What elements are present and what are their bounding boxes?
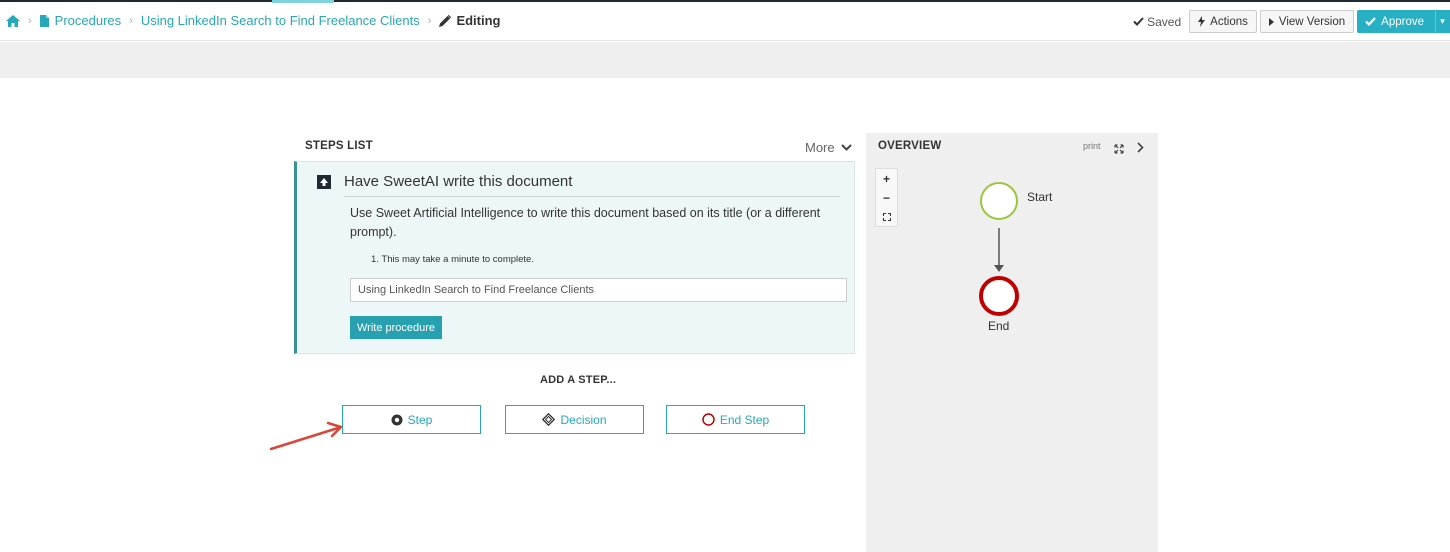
header-bar: › Procedures › Using LinkedIn Search to … — [0, 3, 1450, 41]
prompt-input[interactable] — [350, 278, 847, 302]
end-circle-icon — [702, 413, 715, 426]
breadcrumb: › Procedures › Using LinkedIn Search to … — [6, 13, 500, 28]
sweetai-description: Use Sweet Artificial Intelligence to wri… — [350, 206, 821, 239]
overview-panel: OVERVIEW print + − Start End — [866, 133, 1158, 552]
divider — [344, 196, 840, 197]
approve-button[interactable]: Approve — [1357, 10, 1435, 33]
add-step-button[interactable]: Step — [342, 405, 481, 434]
caret-right-icon — [1268, 17, 1274, 26]
end-label: End — [988, 319, 1010, 333]
more-dropdown[interactable]: More — [805, 140, 852, 155]
header-actions: Saved Actions View Version Approve ▾ — [1133, 10, 1450, 33]
diamond-icon — [542, 413, 556, 426]
sweetai-title: Have SweetAI write this document — [344, 173, 573, 190]
view-version-label: View Version — [1278, 15, 1346, 28]
breadcrumb-current: Editing — [456, 13, 501, 28]
add-decision-button[interactable]: Decision — [505, 405, 644, 434]
breadcrumb-separator: › — [427, 14, 432, 27]
start-node — [980, 182, 1018, 220]
upload-arrow-icon — [317, 175, 331, 189]
sweetai-note: 1. This may take a minute to complete. — [371, 254, 534, 265]
end-step-label: End Step — [719, 412, 770, 427]
write-procedure-button[interactable]: Write procedure — [350, 316, 443, 339]
breadcrumb-procedures[interactable]: Procedures — [55, 13, 121, 28]
toolbar-strip — [0, 42, 1450, 78]
breadcrumb-separator: › — [28, 14, 32, 27]
breadcrumb-document[interactable]: Using LinkedIn Search to Find Freelance … — [141, 13, 420, 28]
check-icon — [1133, 17, 1144, 26]
actions-button[interactable]: Actions — [1189, 10, 1257, 33]
decision-label: Decision — [560, 412, 607, 427]
saved-status: Saved — [1133, 15, 1181, 29]
approve-label: Approve — [1381, 15, 1424, 28]
approve-dropdown-caret[interactable]: ▾ — [1435, 10, 1450, 33]
pencil-icon — [439, 14, 452, 27]
annotation-arrow — [269, 421, 343, 451]
add-end-step-button[interactable]: End Step — [666, 405, 805, 434]
start-label: Start — [1027, 190, 1053, 204]
home-icon[interactable] — [6, 14, 20, 27]
end-node — [979, 276, 1019, 316]
top-border — [0, 0, 1450, 2]
chevron-down-icon — [840, 144, 852, 151]
view-version-button[interactable]: View Version — [1259, 10, 1355, 33]
document-icon — [39, 14, 49, 27]
breadcrumb-separator: › — [129, 14, 133, 27]
check-icon — [1365, 17, 1376, 26]
add-step-heading: ADD A STEP... — [540, 374, 617, 386]
saved-label: Saved — [1147, 14, 1182, 29]
actions-label: Actions — [1210, 15, 1248, 28]
flow-diagram — [979, 182, 1019, 316]
sweetai-card: Have SweetAI write this document Use Swe… — [294, 161, 855, 354]
connector-arrowhead — [994, 265, 1004, 272]
step-label: Step — [407, 412, 433, 427]
dot-circle-icon — [391, 414, 403, 425]
more-label: More — [805, 140, 835, 155]
steps-list-title: STEPS LIST — [305, 140, 373, 152]
bolt-icon — [1198, 16, 1206, 27]
